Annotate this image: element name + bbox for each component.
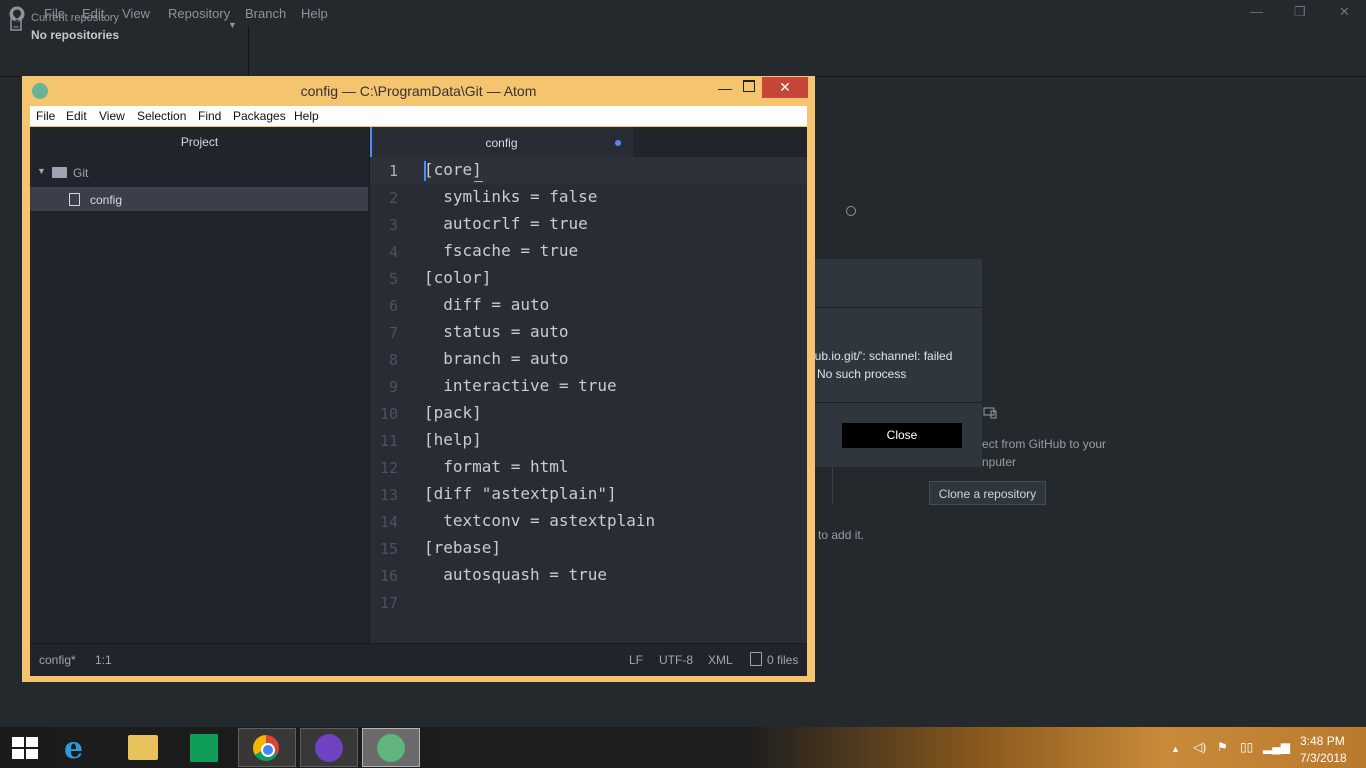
atom-menu-packages[interactable]: Packages xyxy=(233,109,286,123)
status-git-files[interactable]: 0 files xyxy=(767,653,798,667)
status-cursor-position[interactable]: 1:1 xyxy=(95,653,112,667)
internet-explorer-icon[interactable]: e xyxy=(64,731,83,766)
computer-icon xyxy=(983,407,997,419)
clone-repository-button[interactable]: Clone a repository xyxy=(929,481,1046,505)
code-line[interactable]: branch = auto xyxy=(424,349,568,368)
code-line[interactable]: fscache = true xyxy=(424,241,578,260)
code-line[interactable]: [color] xyxy=(424,268,491,287)
code-line[interactable]: [rebase] xyxy=(424,538,501,557)
line-number: 3 xyxy=(388,216,398,234)
add-repository-hint: to add it. xyxy=(818,528,865,542)
line-number: 12 xyxy=(379,459,398,477)
network-icon[interactable]: ▯▯ xyxy=(1240,740,1253,754)
clock-date[interactable]: 7/3/2018 xyxy=(1300,751,1347,765)
code-line[interactable]: [help] xyxy=(424,430,482,449)
file-explorer-icon[interactable] xyxy=(128,735,158,760)
bracket-match-underline xyxy=(474,181,483,182)
status-file-name[interactable]: config* xyxy=(39,653,76,667)
line-number: 2 xyxy=(388,189,398,207)
atom-close-button[interactable]: ✕ xyxy=(762,77,808,98)
status-encoding[interactable]: UTF-8 xyxy=(659,653,693,667)
atom-minimize-button[interactable]: — xyxy=(718,80,732,96)
line-number: 1 xyxy=(388,162,398,180)
code-line[interactable]: autocrlf = true xyxy=(424,214,588,233)
code-line[interactable]: format = html xyxy=(424,457,568,476)
clone-description-line-2: nputer xyxy=(982,455,1017,469)
gh-menu-view[interactable]: View xyxy=(122,6,150,21)
line-number: 5 xyxy=(388,270,398,288)
gh-menu-repository[interactable]: Repository xyxy=(168,6,230,21)
line-number: 14 xyxy=(379,513,398,531)
tab-label: config xyxy=(485,136,518,150)
line-number: 13 xyxy=(379,486,398,504)
atom-menu-find[interactable]: Find xyxy=(198,109,221,123)
error-message-line-1: hub.io.git/': schannel: failed xyxy=(808,349,953,363)
windows-store-icon[interactable] xyxy=(190,734,218,762)
error-dialog-divider xyxy=(815,402,982,403)
repo-selector-value: No repositories xyxy=(31,28,120,42)
line-number: 8 xyxy=(388,351,398,369)
text-cursor xyxy=(424,161,426,181)
line-number: 11 xyxy=(379,432,398,450)
atom-menu-view[interactable]: View xyxy=(99,109,125,123)
code-line[interactable]: [pack] xyxy=(424,403,482,422)
line-number: 6 xyxy=(388,297,398,315)
line-number: 17 xyxy=(379,594,398,612)
tree-file-row-selected[interactable] xyxy=(30,187,368,211)
repo-selector-caption: Current repository xyxy=(31,12,120,24)
line-number: 10 xyxy=(379,405,398,423)
gh-menu-branch[interactable]: Branch xyxy=(245,6,286,21)
project-tree-header[interactable]: Project xyxy=(30,127,369,157)
line-number: 7 xyxy=(388,324,398,342)
file-text-icon xyxy=(69,193,80,206)
error-dialog-header xyxy=(815,259,982,308)
modified-indicator-icon[interactable] xyxy=(615,140,621,146)
code-line[interactable]: interactive = true xyxy=(424,376,616,395)
status-line-ending[interactable]: LF xyxy=(629,653,643,667)
tree-file-config[interactable]: config xyxy=(90,193,122,207)
error-message-line-2: ': No such process xyxy=(808,367,907,381)
gh-menu-help[interactable]: Help xyxy=(301,6,328,21)
status-grammar[interactable]: XML xyxy=(708,653,733,667)
atom-window-title: config — C:\ProgramData\Git — Atom xyxy=(300,83,537,99)
folder-icon xyxy=(52,167,67,178)
gh-minimize-button[interactable]: — xyxy=(1250,4,1263,19)
code-line[interactable]: [diff "astextplain"] xyxy=(424,484,617,503)
chevron-down-icon[interactable]: ▼ xyxy=(37,166,46,176)
gh-restore-button[interactable]: ❐ xyxy=(1294,4,1306,20)
github-desktop-icon xyxy=(315,734,343,762)
loading-spinner-icon xyxy=(846,206,856,216)
flag-icon[interactable]: ⚑ xyxy=(1217,740,1228,754)
code-line[interactable]: textconv = astextplain xyxy=(424,511,655,530)
dialog-close-button[interactable]: Close xyxy=(842,423,962,448)
line-number: 15 xyxy=(379,540,398,558)
atom-icon xyxy=(377,734,405,762)
clone-description-line-1: ect from GitHub to your xyxy=(982,437,1107,451)
chevron-up-icon[interactable]: ▲ xyxy=(1171,744,1180,754)
line-number: 4 xyxy=(388,243,398,261)
signal-icon[interactable]: ▂▄▆ xyxy=(1263,740,1290,754)
chevron-down-icon[interactable]: ▼ xyxy=(228,20,237,30)
git-files-icon xyxy=(750,652,762,666)
gh-close-button[interactable]: ✕ xyxy=(1339,4,1350,20)
code-line[interactable]: [core] xyxy=(424,160,482,179)
atom-menu-edit[interactable]: Edit xyxy=(66,109,87,123)
windows-start-icon[interactable] xyxy=(12,737,38,759)
atom-menu-file[interactable]: File xyxy=(36,109,55,123)
repo-icon xyxy=(10,18,22,31)
tree-folder-git[interactable]: Git xyxy=(73,166,88,180)
line-number: 9 xyxy=(388,378,398,396)
panel-divider xyxy=(832,467,833,503)
code-line[interactable]: symlinks = false xyxy=(424,187,597,206)
code-line[interactable]: diff = auto xyxy=(424,295,549,314)
speaker-icon[interactable]: ◁) xyxy=(1193,740,1206,754)
atom-maximize-button[interactable] xyxy=(743,80,755,92)
code-line[interactable]: status = auto xyxy=(424,322,568,341)
line-number: 16 xyxy=(379,567,398,585)
atom-menu-selection[interactable]: Selection xyxy=(137,109,186,123)
clock-time[interactable]: 3:48 PM xyxy=(1300,734,1345,748)
atom-menu-help[interactable]: Help xyxy=(294,109,319,123)
code-line[interactable]: autosquash = true xyxy=(424,565,607,584)
chrome-icon-center xyxy=(261,743,275,757)
